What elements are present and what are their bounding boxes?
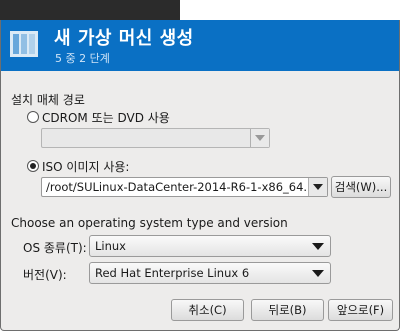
- top-strip: [0, 0, 400, 22]
- chevron-down-icon: [255, 135, 265, 141]
- iso-path-dropdown-button[interactable]: [308, 178, 327, 196]
- os-type-select[interactable]: Linux: [89, 235, 331, 257]
- browse-button[interactable]: 검색(W)...: [331, 176, 391, 198]
- new-vm-wizard-window: 새 가상 머신 생성 5 중 2 단계 설치 매체 경로 CDROM 또는 DV…: [0, 20, 400, 331]
- iso-radio-label[interactable]: ISO 이미지 사용:: [42, 158, 129, 175]
- cancel-button[interactable]: 취소(C): [171, 299, 244, 321]
- os-version-label: 버전(V):: [23, 268, 67, 282]
- title-bar-dark-area: [0, 0, 180, 22]
- os-choice-heading: Choose an operating system type and vers…: [11, 216, 288, 230]
- virtual-machine-icon: [10, 31, 38, 57]
- chevron-down-icon: [313, 184, 323, 190]
- iso-path-combo[interactable]: /root/SULinux-DataCenter-2014-R6-1-x86_6…: [41, 177, 328, 197]
- iso-radio[interactable]: [27, 160, 39, 172]
- os-type-label: OS 종류(T):: [23, 241, 87, 255]
- wizard-title: 새 가상 머신 생성: [54, 28, 194, 49]
- cdrom-radio[interactable]: [27, 111, 39, 123]
- os-type-value: Linux: [95, 239, 126, 253]
- install-media-section-label: 설치 매체 경로: [11, 93, 85, 107]
- os-version-select[interactable]: Red Hat Enterprise Linux 6: [89, 262, 331, 284]
- wizard-step-indicator: 5 중 2 단계: [55, 52, 110, 65]
- wizard-banner: 새 가상 머신 생성 5 중 2 단계: [1, 20, 399, 71]
- cdrom-dropdown-button[interactable]: [250, 129, 269, 147]
- cdrom-device-combo[interactable]: [41, 128, 270, 148]
- chevron-down-icon: [312, 243, 324, 250]
- chevron-down-icon: [312, 270, 324, 277]
- cdrom-radio-label[interactable]: CDROM 또는 DVD 사용: [42, 109, 170, 126]
- os-version-value: Red Hat Enterprise Linux 6: [95, 266, 250, 280]
- forward-button[interactable]: 앞으로(F): [328, 299, 393, 321]
- iso-path-input[interactable]: /root/SULinux-DataCenter-2014-R6-1-x86_6…: [46, 180, 308, 194]
- back-button[interactable]: 뒤로(B): [251, 299, 324, 321]
